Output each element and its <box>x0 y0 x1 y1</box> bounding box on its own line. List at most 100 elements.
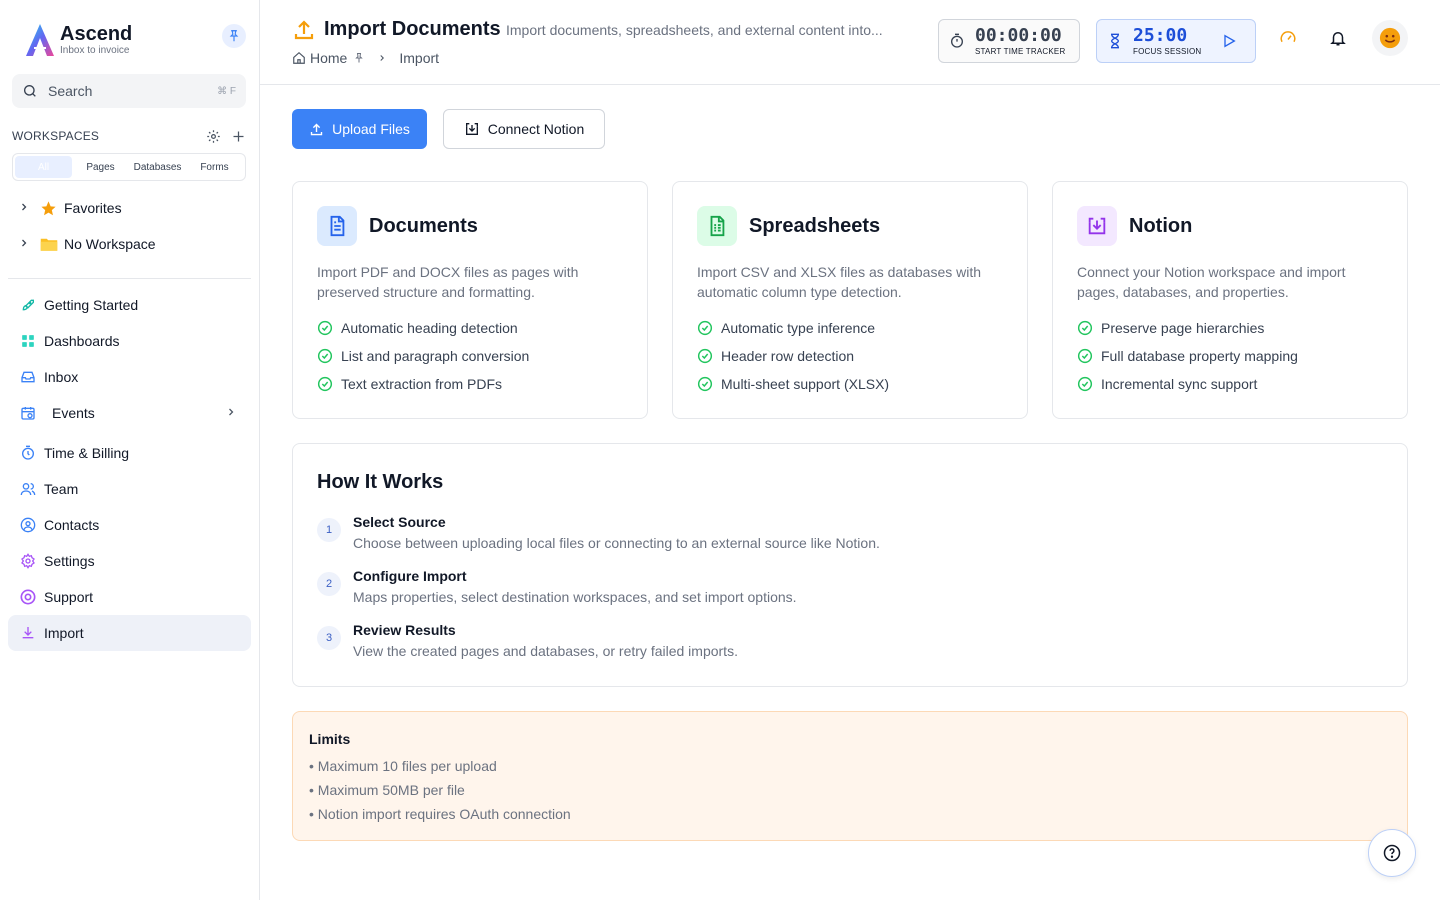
step-number: 2 <box>317 572 341 596</box>
check-circle-icon <box>317 348 333 364</box>
feature-item: Automatic type inference <box>697 320 875 336</box>
sidebar-item-import[interactable]: Import <box>8 615 251 651</box>
sidebar-item-time-billing[interactable]: Time & Billing <box>8 435 251 471</box>
upload-files-button[interactable]: Upload Files <box>292 109 427 149</box>
bell-icon[interactable] <box>1328 28 1348 48</box>
feature-label: Incremental sync support <box>1101 376 1258 392</box>
step-number: 3 <box>317 626 341 650</box>
search-input[interactable]: Search ⌘ F <box>12 74 246 108</box>
tab-pages[interactable]: Pages <box>72 156 129 178</box>
feature-item: Full database property mapping <box>1077 348 1298 364</box>
contact-icon <box>20 517 36 533</box>
sidebar-item-events[interactable]: Events <box>8 395 251 431</box>
tab-all[interactable]: All <box>15 156 72 178</box>
help-icon <box>1383 844 1401 862</box>
speedometer-icon[interactable] <box>1278 28 1298 48</box>
step-item: 3 Review Results View the created pages … <box>317 620 738 662</box>
brand-name: Ascend <box>60 23 133 45</box>
pin-icon[interactable] <box>353 52 365 64</box>
documents-card: Documents Import PDF and DOCX files as p… <box>292 181 648 419</box>
limit-item: • Notion import requires OAuth connectio… <box>309 806 571 822</box>
breadcrumb-home[interactable]: Home <box>310 50 347 66</box>
breadcrumb: Home Import <box>292 50 439 66</box>
tracker-label: START TIME TRACKER <box>975 46 1066 56</box>
star-icon <box>40 200 60 217</box>
avatar[interactable] <box>1372 20 1408 56</box>
tree-item-no-workspace[interactable]: No Workspace <box>18 232 156 256</box>
tab-databases[interactable]: Databases <box>129 156 186 178</box>
page-header: Import Documents Import documents, sprea… <box>260 0 1440 85</box>
inbox-icon <box>20 369 36 385</box>
connect-notion-button[interactable]: Connect Notion <box>443 109 605 149</box>
chevron-right-icon[interactable] <box>225 405 237 421</box>
page-subtitle: Import documents, spreadsheets, and exte… <box>506 22 883 38</box>
folder-icon <box>40 236 60 252</box>
feature-item: Header row detection <box>697 348 854 364</box>
stopwatch-icon <box>20 445 36 461</box>
focus-session-button[interactable]: 25:00 FOCUS SESSION <box>1096 19 1256 63</box>
breadcrumb-current: Import <box>399 50 440 66</box>
sidebar-item-settings[interactable]: Settings <box>8 543 251 579</box>
step-description: View the created pages and databases, or… <box>353 643 738 659</box>
ascend-logo-icon <box>26 24 54 56</box>
feature-item: Automatic heading detection <box>317 320 518 336</box>
start-time-tracker-button[interactable]: 00:00:00 START TIME TRACKER <box>938 19 1080 63</box>
workspace-filter-tabs: All Pages Databases Forms <box>12 153 246 181</box>
tree-item-favorites[interactable]: Favorites <box>18 196 122 220</box>
sidebar: Ascend Inbox to invoice Search ⌘ F WORKS… <box>0 0 260 900</box>
upload-icon <box>294 20 314 40</box>
spreadsheets-card: Spreadsheets Import CSV and XLSX files a… <box>672 181 1028 419</box>
limit-item: • Maximum 50MB per file <box>309 782 465 798</box>
document-icon <box>317 206 357 246</box>
how-it-works-panel: How It Works 1 Select Source Choose betw… <box>292 443 1408 687</box>
feature-item: Multi-sheet support (XLSX) <box>697 376 889 392</box>
limits-title: Limits <box>309 731 351 747</box>
card-title: Spreadsheets <box>749 215 881 237</box>
chevron-right-icon <box>377 50 387 66</box>
grid-icon <box>20 333 36 349</box>
chevron-right-icon[interactable] <box>18 237 34 252</box>
limits-panel: Limits • Maximum 10 files per upload • M… <box>292 711 1408 841</box>
step-description: Maps properties, select destination work… <box>353 589 797 605</box>
feature-item: Preserve page hierarchies <box>1077 320 1264 336</box>
chevron-right-icon[interactable] <box>18 201 34 216</box>
users-icon <box>20 481 36 497</box>
check-circle-icon <box>317 376 333 392</box>
sidebar-item-team[interactable]: Team <box>8 471 251 507</box>
plus-icon[interactable] <box>231 129 246 144</box>
sidebar-item-dashboards[interactable]: Dashboards <box>8 323 251 359</box>
sidebar-item-inbox[interactable]: Inbox <box>8 359 251 395</box>
card-title: Documents <box>369 215 478 237</box>
stopwatch-icon <box>951 33 963 48</box>
sidebar-item-label: Support <box>44 589 94 605</box>
home-icon <box>293 51 305 64</box>
brand[interactable]: Ascend Inbox to invoice <box>24 22 132 58</box>
rocket-icon <box>20 297 36 313</box>
smiley-avatar-icon <box>1379 27 1401 49</box>
sidebar-item-label: Dashboards <box>44 333 120 349</box>
check-circle-icon <box>1077 348 1093 364</box>
sidebar-item-label: Import <box>44 625 84 641</box>
limit-text: Maximum 50MB per file <box>317 782 465 798</box>
tab-forms[interactable]: Forms <box>186 156 243 178</box>
sidebar-item-contacts[interactable]: Contacts <box>8 507 251 543</box>
feature-item: List and paragraph conversion <box>317 348 529 364</box>
sidebar-item-getting-started[interactable]: Getting Started <box>8 287 251 323</box>
sidebar-divider <box>8 278 251 279</box>
step-description: Choose between uploading local files or … <box>353 535 880 551</box>
gear-icon[interactable] <box>206 129 221 144</box>
pin-sidebar-button[interactable] <box>222 24 246 48</box>
feature-label: List and paragraph conversion <box>341 348 530 364</box>
feature-item: Incremental sync support <box>1077 376 1257 392</box>
sidebar-item-support[interactable]: Support <box>8 579 251 615</box>
feature-label: Multi-sheet support (XLSX) <box>721 376 890 392</box>
play-icon[interactable] <box>1221 33 1237 49</box>
check-circle-icon <box>1077 376 1093 392</box>
help-button[interactable] <box>1368 829 1416 877</box>
step-title: Review Results <box>353 622 456 638</box>
card-description: Import PDF and DOCX files as pages with … <box>317 264 579 300</box>
sidebar-item-label: Team <box>44 481 79 497</box>
section-title: How It Works <box>317 471 444 493</box>
feature-item: Text extraction from PDFs <box>317 376 502 392</box>
focus-label: FOCUS SESSION <box>1133 46 1202 56</box>
